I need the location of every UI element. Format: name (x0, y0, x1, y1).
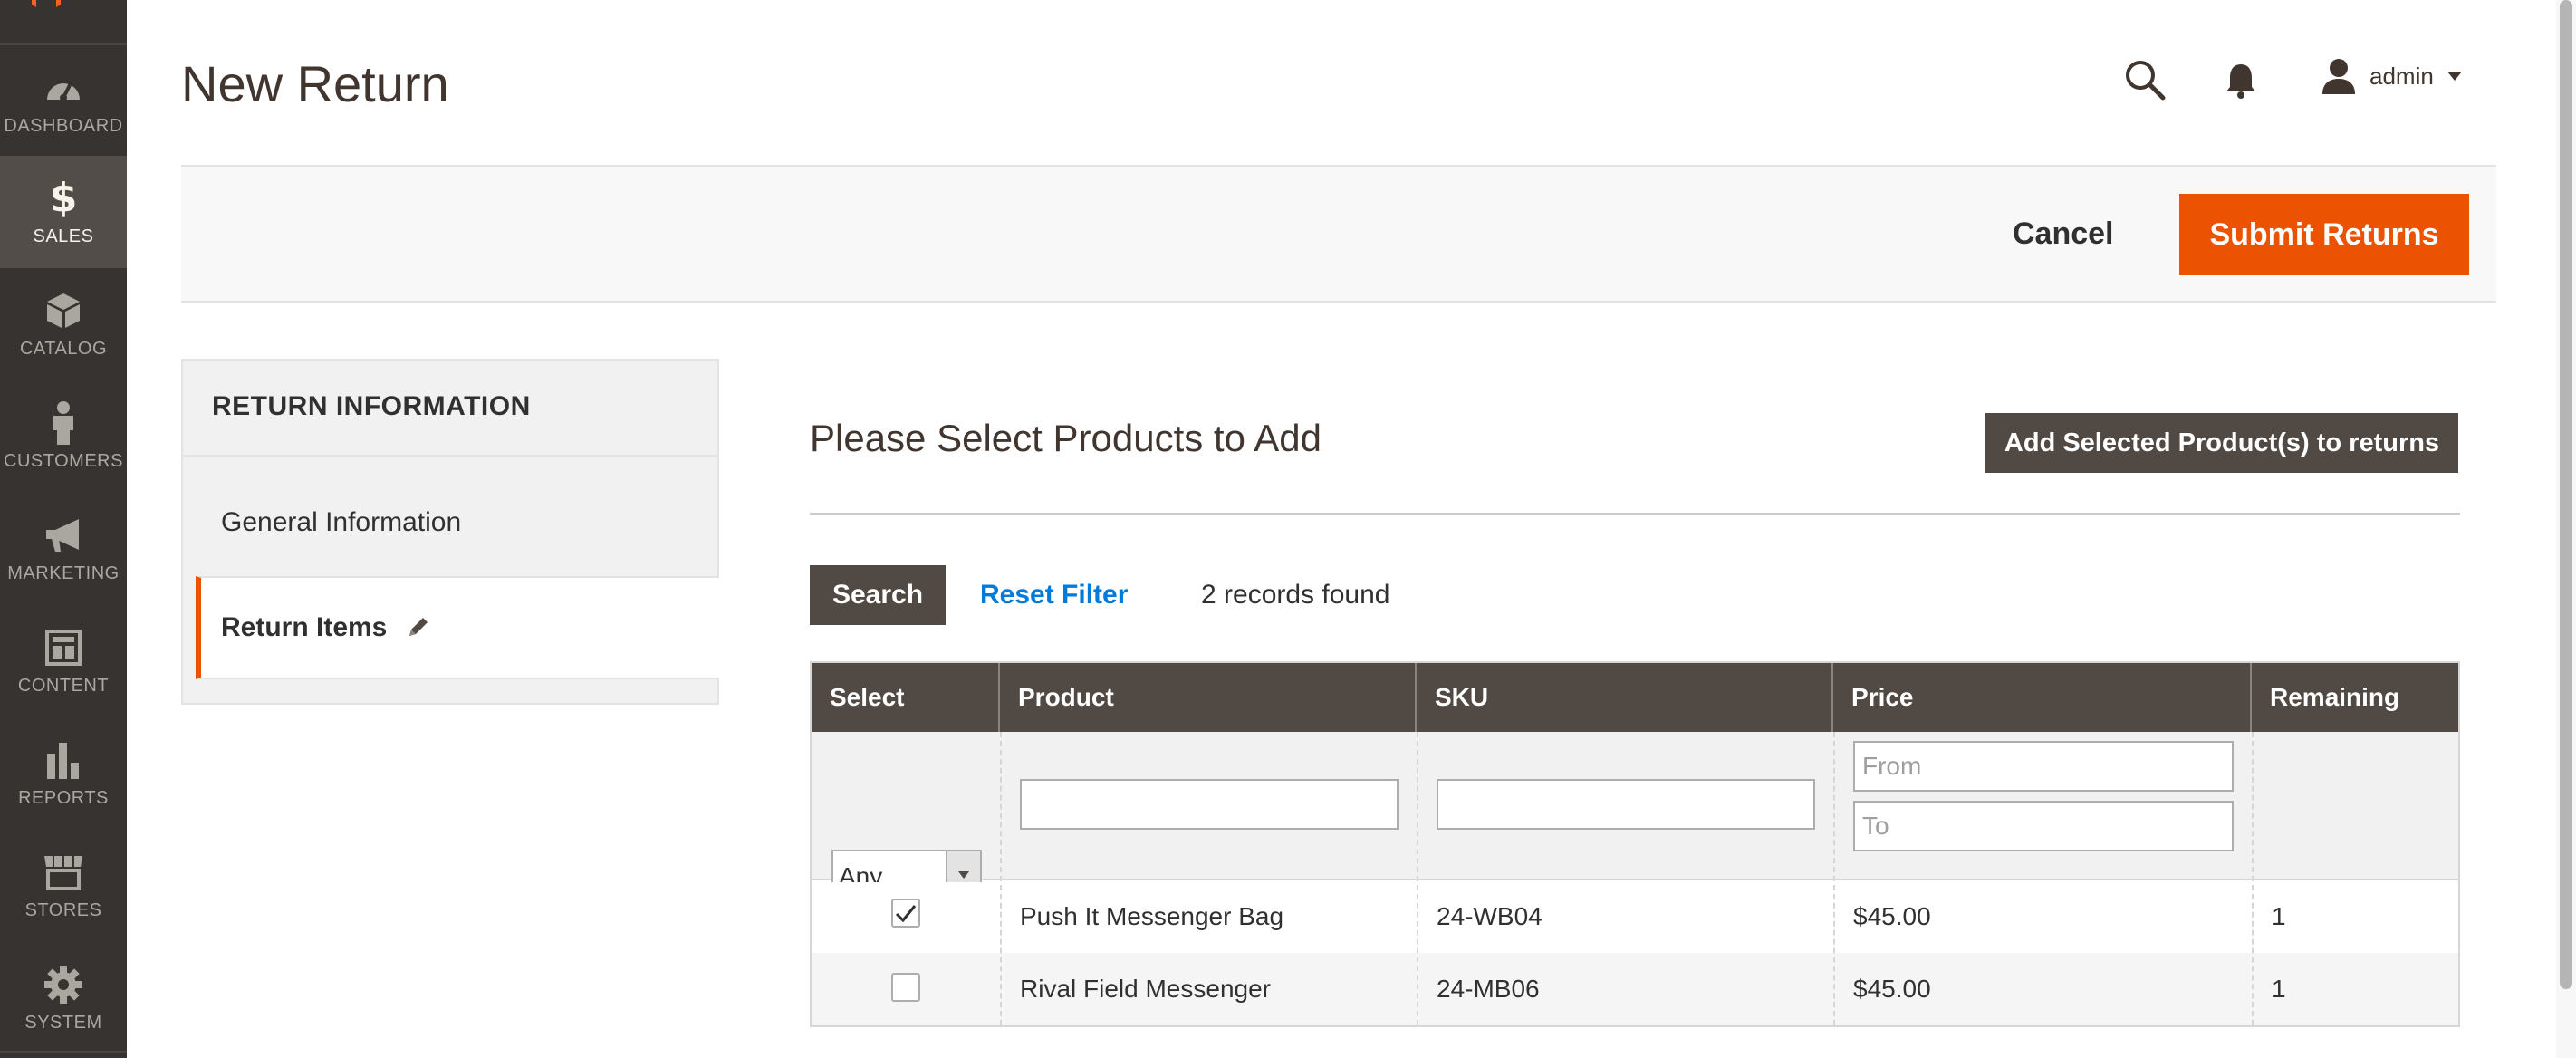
sidebar-item-label: CATALOG (19, 338, 108, 359)
remaining-qty: 1 (2272, 975, 2286, 1003)
return-tabs-panel: RETURN INFORMATION General Information R… (181, 359, 719, 705)
column-header-select[interactable]: Select (812, 663, 1000, 732)
grid-header: Select Product SKU Price Remaining (812, 663, 2458, 732)
product-name: Rival Field Messenger (1020, 975, 1271, 1003)
sidebar-item-system[interactable]: SYSTEM (0, 942, 127, 1054)
records-count: 2 records found (1201, 580, 1390, 610)
sidebar-item-stores[interactable]: STORES (0, 830, 127, 942)
sidebar-item-dashboard[interactable]: DASHBOARD (0, 45, 127, 158)
tabs-divider (183, 455, 717, 457)
page-scrollbar-thumb[interactable] (2560, 0, 2572, 989)
sidebar-item-sales[interactable]: $ SALES (0, 156, 127, 268)
row-checkbox[interactable] (891, 899, 920, 928)
user-name: admin (2369, 62, 2434, 90)
bell-icon[interactable] (2223, 62, 2259, 100)
store-icon (43, 851, 84, 893)
page-title: New Return (181, 55, 449, 112)
products-grid: Select Product SKU Price Remaining Any P… (810, 661, 2460, 1027)
column-divider (1833, 732, 1835, 1025)
tabs-title: RETURN INFORMATION (212, 391, 531, 421)
price-from-input[interactable] (1853, 741, 2234, 792)
sidebar-item-reports[interactable]: REPORTS (0, 717, 127, 830)
column-header-sku[interactable]: SKU (1417, 663, 1833, 732)
sidebar-item-catalog[interactable]: CATALOG (0, 268, 127, 380)
reset-filter-link[interactable]: Reset Filter (980, 580, 1128, 611)
sidebar-divider (0, 1051, 127, 1053)
product-price: $45.00 (1853, 975, 1931, 1003)
product-name: Push It Messenger Bag (1020, 902, 1284, 930)
column-divider (2252, 732, 2254, 1025)
checkmark-icon (895, 905, 917, 923)
gear-icon (43, 964, 84, 1005)
person-icon (43, 400, 84, 445)
sidebar-item-label: CONTENT (17, 675, 110, 696)
column-header-price[interactable]: Price (1833, 663, 2252, 732)
sidebar-item-customers[interactable]: CUSTOMERS (0, 380, 127, 493)
pencil-icon (409, 618, 428, 636)
sidebar-item-label: DASHBOARD (4, 115, 123, 136)
section-divider (810, 513, 2460, 515)
sidebar-item-label: SYSTEM (24, 1012, 102, 1033)
magento-logo-icon[interactable] (32, 0, 61, 11)
layout-icon (43, 627, 84, 668)
cancel-button[interactable]: Cancel (2013, 208, 2114, 259)
sidebar-item-label: SALES (33, 226, 94, 246)
column-header-product[interactable]: Product (1000, 663, 1417, 732)
table-row[interactable]: Push It Messenger Bag 24-WB04 $45.00 1 (812, 882, 2458, 953)
search-button[interactable]: Search (810, 565, 946, 625)
grid-filter-row: Any (812, 732, 2458, 900)
product-price: $45.00 (1853, 902, 1931, 930)
remaining-qty: 1 (2272, 902, 2286, 930)
admin-sidebar: DASHBOARD $ SALES CATALOG CUSTOMERS MARK… (0, 0, 127, 1058)
row-checkbox[interactable] (891, 973, 920, 1002)
caret-down-icon (2446, 72, 2462, 81)
section-title: Please Select Products to Add (810, 417, 1322, 459)
cube-icon (43, 290, 84, 332)
sidebar-item-label: REPORTS (18, 787, 109, 808)
add-selected-products-button[interactable]: Add Selected Product(s) to returns (1985, 413, 2458, 473)
tab-return-items[interactable]: Return Items (196, 576, 719, 679)
column-divider (1000, 732, 1002, 1025)
product-filter-input[interactable] (1020, 779, 1399, 830)
product-sku: 24-MB06 (1437, 975, 1540, 1003)
user-icon (2322, 59, 2355, 94)
sidebar-item-marketing[interactable]: MARKETING (0, 493, 127, 605)
tab-return-items-label: Return Items (221, 612, 388, 642)
sku-filter-input[interactable] (1437, 779, 1815, 830)
table-row[interactable]: Rival Field Messenger 24-MB06 $45.00 1 (812, 953, 2458, 1025)
sidebar-item-label: CUSTOMERS (4, 450, 123, 471)
tab-general-information[interactable]: General Information (221, 507, 461, 538)
price-to-input[interactable] (1853, 801, 2234, 851)
sidebar-item-label: MARKETING (7, 563, 120, 583)
page-actions-bar (181, 165, 2496, 303)
user-menu[interactable]: admin (2321, 58, 2463, 94)
product-sku: 24-WB04 (1437, 902, 1543, 930)
search-icon[interactable] (2123, 58, 2167, 101)
dashboard-icon (43, 67, 84, 109)
column-divider (1417, 732, 1418, 1025)
sidebar-item-content[interactable]: CONTENT (0, 605, 127, 717)
bar-chart-icon (43, 739, 84, 781)
dollar-icon: $ (49, 175, 78, 221)
column-header-remaining[interactable]: Remaining (2252, 663, 2458, 732)
submit-returns-button[interactable]: Submit Returns (2179, 194, 2469, 275)
megaphone-icon (43, 515, 84, 556)
sidebar-item-label: STORES (24, 899, 102, 920)
